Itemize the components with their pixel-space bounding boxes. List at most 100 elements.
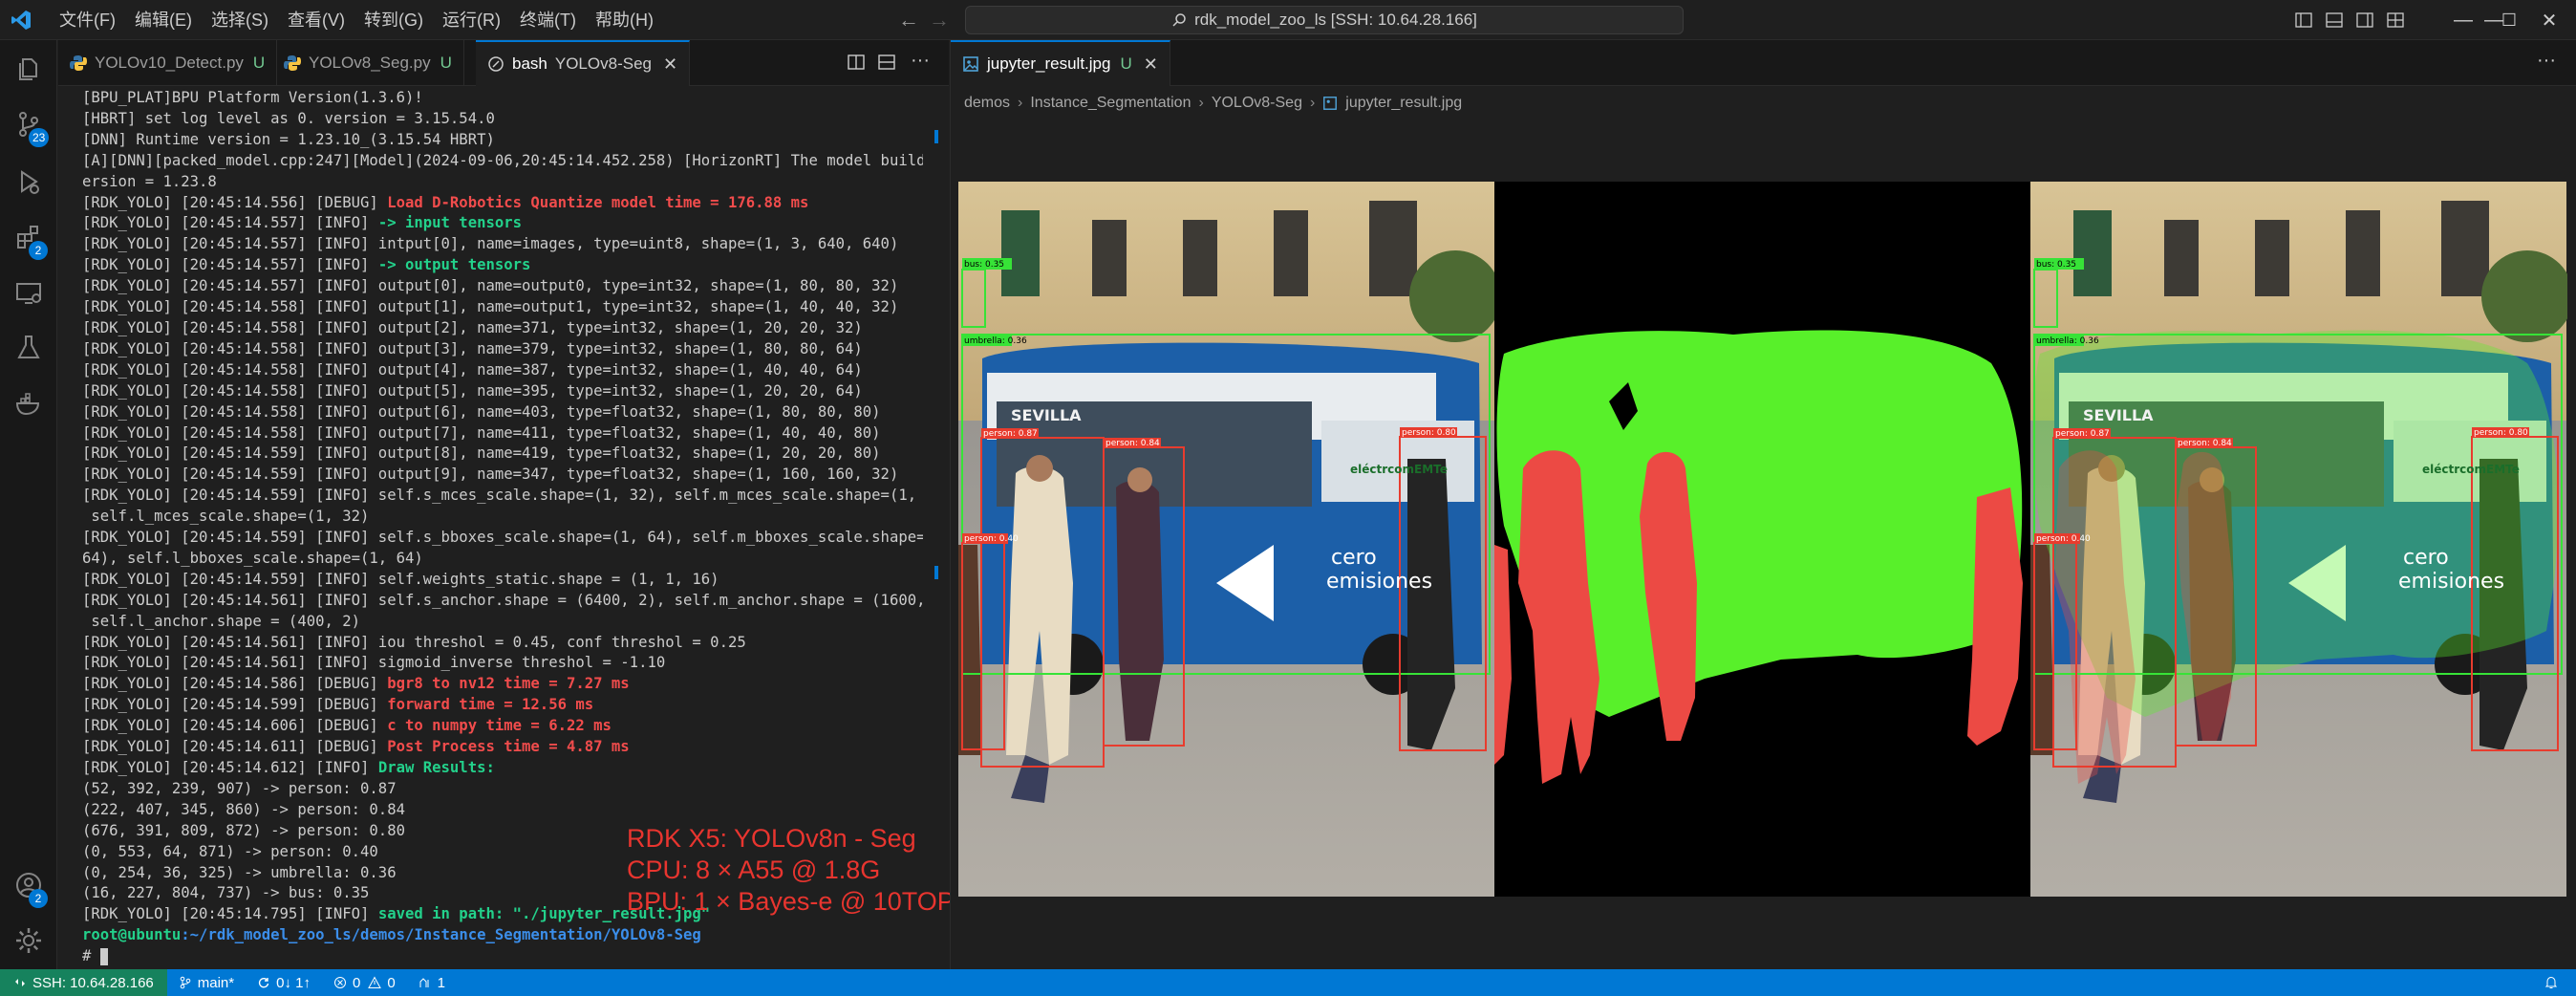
terminal-line: (222, 407, 345, 860) -> person: 0.84 bbox=[82, 800, 923, 821]
overlay-panel: bus: 0.35 umbrella: 0.36 person: 0.87 pe… bbox=[2030, 182, 2567, 897]
label-person-080: person: 0.80 bbox=[1402, 428, 1456, 438]
breadcrumb-item[interactable]: jupyter_result.jpg bbox=[1345, 95, 1462, 112]
terminal-line: [RDK_YOLO] [20:45:14.606] [DEBUG] c to n… bbox=[82, 716, 923, 737]
split-editor-icon[interactable] bbox=[846, 52, 867, 73]
tab-jupyter-result[interactable]: jupyter_result.jpg U ✕ bbox=[951, 40, 1170, 86]
bus-brand-text: eléctrcomEMTe bbox=[2422, 463, 2520, 476]
extensions-badge: 2 bbox=[29, 241, 48, 260]
back-arrow-icon[interactable]: ← bbox=[898, 8, 919, 32]
terminal-line: [RDK_YOLO] [20:45:14.586] [DEBUG] bgr8 t… bbox=[82, 674, 923, 695]
error-count: 0 bbox=[352, 974, 361, 991]
terminal-line: [RDK_YOLO] [20:45:14.612] [INFO] Draw Re… bbox=[82, 758, 923, 779]
log-text: [HBRT] set log level as 0. version = 3.1… bbox=[82, 109, 495, 127]
log-text: (0, 553, 64, 871) -> person: 0.40 bbox=[82, 842, 378, 860]
terminal-line: [RDK_YOLO] [20:45:14.557] [INFO] -> outp… bbox=[82, 255, 923, 276]
terminal-scrollbar[interactable] bbox=[930, 88, 943, 967]
overlay-line: CPU: 8 × A55 @ 1.8G bbox=[627, 855, 881, 884]
terminal-line: [RDK_YOLO] [20:45:14.558] [INFO] output[… bbox=[82, 297, 923, 318]
terminal-line: [RDK_YOLO] [20:45:14.559] [INFO] self.s_… bbox=[82, 486, 923, 507]
toggle-panel-icon[interactable] bbox=[2325, 11, 2344, 30]
remote-icon bbox=[15, 979, 25, 986]
more-actions-icon[interactable]: ··· bbox=[911, 50, 932, 71]
log-text: self.l_mces_scale.shape=(1, 32) bbox=[82, 508, 370, 526]
log-text: [RDK_YOLO] [20:45:14.561] [INFO] self.s_… bbox=[82, 591, 923, 609]
untracked-badge: U bbox=[440, 54, 452, 72]
terminal-line: ersion = 1.23.8 bbox=[82, 172, 923, 193]
label-person-087: person: 0.87 bbox=[2055, 429, 2110, 439]
left-tab-bar: YOLOv10_Detect.py U YOLOv8_Seg.py U bash… bbox=[58, 40, 949, 86]
forward-arrow-icon[interactable]: → bbox=[929, 8, 950, 32]
menu-view[interactable]: 查看(V) bbox=[278, 6, 354, 34]
tab-label: jupyter_result.jpg bbox=[987, 54, 1111, 73]
explorer-icon[interactable] bbox=[13, 54, 44, 84]
terminal-line: [RDK_YOLO] [20:45:14.559] [INFO] output[… bbox=[82, 465, 923, 486]
git-sync[interactable]: 0↓ 1↑ bbox=[246, 975, 322, 991]
warning-icon bbox=[368, 976, 382, 988]
close-tab-button[interactable]: ✕ bbox=[1144, 54, 1158, 75]
chevron-right-icon: › bbox=[1018, 95, 1023, 111]
search-icon bbox=[1172, 13, 1186, 27]
terminal-line: [RDK_YOLO] [20:45:14.558] [INFO] output[… bbox=[82, 423, 923, 444]
terminal-line: self.l_mces_scale.shape=(1, 32) bbox=[82, 507, 923, 528]
testing-icon[interactable] bbox=[13, 333, 44, 363]
close-tab-button[interactable]: ✕ bbox=[663, 54, 677, 75]
terminal-line: [RDK_YOLO] [20:45:14.559] [INFO] output[… bbox=[82, 444, 923, 465]
log-text: 64), self.l_bboxes_scale.shape=(1, 64) bbox=[82, 549, 423, 567]
overlay-line: BPU: 1 × Bayes-e @ 10TOPS bbox=[627, 887, 972, 916]
accounts-badge: 2 bbox=[29, 889, 48, 908]
toggle-primary-sidebar-icon[interactable] bbox=[2294, 11, 2313, 30]
problems-indicator[interactable]: 0 0 bbox=[322, 975, 407, 991]
label-person-040: person: 0.40 bbox=[2036, 534, 2091, 544]
log-text: (52, 392, 239, 907) -> person: 0.87 bbox=[82, 779, 397, 797]
menu-file[interactable]: 文件(F) bbox=[50, 6, 125, 34]
breadcrumb-item[interactable]: YOLOv8-Seg bbox=[1212, 95, 1302, 112]
log-text: [RDK_YOLO] [20:45:14.558] [INFO] output[… bbox=[82, 339, 863, 357]
breadcrumb: demos › Instance_Segmentation › YOLOv8-S… bbox=[964, 86, 1462, 120]
menu-selection[interactable]: 选择(S) bbox=[202, 6, 278, 34]
ports-icon bbox=[419, 978, 429, 987]
terminal-line: [RDK_YOLO] [20:45:14.559] [INFO] self.we… bbox=[82, 570, 923, 591]
close-window-button[interactable]: ✕ bbox=[2522, 0, 2576, 40]
customize-layout-icon[interactable] bbox=[2386, 11, 2405, 30]
run-debug-icon[interactable] bbox=[13, 166, 44, 197]
ports-indicator[interactable]: 1 bbox=[407, 975, 457, 991]
terminal-line: (52, 392, 239, 907) -> person: 0.87 bbox=[82, 779, 923, 800]
docker-icon[interactable] bbox=[13, 388, 44, 419]
settings-gear-icon[interactable] bbox=[13, 925, 44, 956]
label-person-040: person: 0.40 bbox=[964, 534, 1019, 544]
tab-bash-terminal[interactable]: bash YOLOv8-Seg ✕ bbox=[476, 40, 691, 86]
menu-go[interactable]: 转到(G) bbox=[354, 6, 433, 34]
breadcrumb-item[interactable]: Instance_Segmentation bbox=[1030, 95, 1191, 112]
log-prefix: [RDK_YOLO] [20:45:14.557] [INFO] bbox=[82, 214, 378, 232]
menu-run[interactable]: 运行(R) bbox=[433, 6, 510, 34]
terminal-line: [RDK_YOLO] [20:45:14.561] [INFO] iou thr… bbox=[82, 633, 923, 654]
source-control-badge: 23 bbox=[29, 128, 50, 147]
split-down-icon[interactable] bbox=[876, 52, 897, 73]
notifications-bell[interactable] bbox=[2532, 975, 2576, 990]
log-highlight: Draw Results: bbox=[377, 759, 495, 776]
log-text: (676, 391, 809, 872) -> person: 0.80 bbox=[82, 821, 405, 839]
breadcrumb-item[interactable]: demos bbox=[964, 95, 1010, 112]
tab-yolov10-detect[interactable]: YOLOv10_Detect.py U bbox=[58, 40, 278, 86]
log-text: (222, 407, 345, 860) -> person: 0.84 bbox=[82, 800, 405, 818]
terminal-cursor bbox=[99, 947, 108, 965]
menu-edit[interactable]: 编辑(E) bbox=[125, 6, 202, 34]
tab-yolov8-seg[interactable]: YOLOv8_Seg.py U bbox=[272, 40, 464, 86]
menu-help[interactable]: 帮助(H) bbox=[586, 6, 663, 34]
command-center[interactable]: rdk_model_zoo_ls [SSH: 10.64.28.166] bbox=[965, 6, 1684, 34]
more-actions-icon[interactable]: ··· bbox=[2537, 50, 2558, 71]
log-text: [RDK_YOLO] [20:45:14.559] [INFO] self.we… bbox=[82, 570, 719, 588]
terminal-line: root@ubuntu:~/rdk_model_zoo_ls/demos/Ins… bbox=[82, 925, 923, 946]
toggle-secondary-sidebar-icon[interactable] bbox=[2355, 11, 2374, 30]
remote-explorer-icon[interactable] bbox=[13, 277, 44, 308]
remote-indicator[interactable]: SSH: 10.64.28.166 bbox=[0, 969, 167, 996]
log-text: [RDK_YOLO] [20:45:14.559] [INFO] self.s_… bbox=[82, 487, 923, 505]
log-text: [RDK_YOLO] [20:45:14.558] [INFO] output[… bbox=[82, 381, 863, 400]
log-text: [DNN] Runtime version = 1.23.10_(3.15.54… bbox=[82, 130, 495, 148]
terminal-line: [RDK_YOLO] [20:45:14.558] [INFO] output[… bbox=[82, 402, 923, 423]
log-text: [RDK_YOLO] [20:45:14.557] [INFO] output[… bbox=[82, 277, 899, 295]
label-person-084: person: 0.84 bbox=[1106, 439, 1160, 448]
untracked-badge: U bbox=[252, 54, 266, 72]
git-branch[interactable]: main* bbox=[167, 975, 246, 991]
menu-terminal[interactable]: 终端(T) bbox=[510, 6, 586, 34]
